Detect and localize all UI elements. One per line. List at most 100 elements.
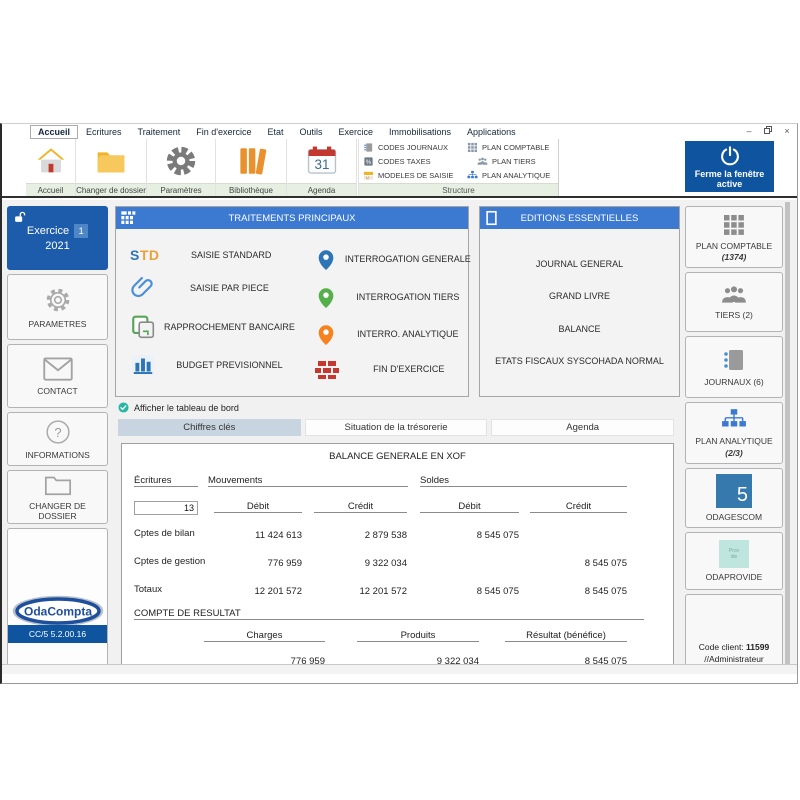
- edition-etats-fiscaux[interactable]: ETATS FISCAUX SYSCOHADA NORMAL: [482, 356, 677, 366]
- vertical-scrollbar[interactable]: [785, 202, 790, 670]
- sidebar-item-odagescom[interactable]: 5 ODAGESCOM: [685, 468, 783, 528]
- sidebar-item-changer-dossier[interactable]: CHANGER DE DOSSIER: [7, 470, 108, 524]
- balance-row-label: Cptes de bilan: [134, 528, 195, 539]
- sidebar-item-plan-comptable[interactable]: PLAN COMPTABLE (1374): [685, 206, 783, 268]
- edition-balance[interactable]: BALANCE: [482, 324, 677, 334]
- odagescom-icon: 5: [716, 474, 752, 508]
- tab-chiffres-cles[interactable]: Chiffres clés: [118, 419, 301, 436]
- restore-button[interactable]: [762, 126, 774, 136]
- structure-item-modeles-saisie[interactable]: M MODELES DE SAISIE: [359, 168, 463, 182]
- folder-outline-icon: [44, 474, 72, 496]
- structure-item-codes-taxes[interactable]: % CODES TAXES: [359, 154, 463, 168]
- app-version: CC/5 5.2.00.16: [8, 625, 107, 643]
- close-button[interactable]: ×: [781, 126, 793, 136]
- structure-group-label: Structure: [359, 183, 558, 196]
- tab-situation-tresorerie[interactable]: Situation de la trésorerie: [305, 419, 488, 436]
- traitement-interrogation-generale[interactable]: INTERROGATION GENERALE: [301, 246, 477, 272]
- ribbon-button-agenda[interactable]: 31 Agenda: [287, 139, 357, 196]
- balance-row-label: Cptes de gestion: [134, 556, 205, 567]
- exercice-label: Exercice: [27, 225, 69, 237]
- traitement-label: INTERRO. ANALYTIQUE: [345, 329, 477, 339]
- edition-grand-livre[interactable]: GRAND LIVRE: [482, 291, 677, 301]
- menu-tab-immobilisations[interactable]: Immobilisations: [381, 126, 459, 138]
- balance-cell: 12 201 572: [214, 586, 302, 597]
- menu-bar: Accueil Ecritures Traitement Fin d'exerc…: [2, 124, 797, 139]
- svg-text:OdaCompta: OdaCompta: [24, 605, 92, 619]
- bricks-icon: [315, 359, 339, 379]
- journal-icon: [722, 347, 746, 373]
- traitement-saisie-par-piece[interactable]: SAISIE PAR PIECE: [116, 275, 301, 301]
- resultat-header: Résultat (bénéfice): [505, 630, 627, 642]
- screenshot-stage: Accueil Ecritures Traitement Fin d'exerc…: [0, 0, 800, 800]
- menu-tab-ecritures[interactable]: Ecritures: [78, 126, 130, 138]
- ribbon-button-changer-dossier[interactable]: Changer de dossier: [76, 139, 147, 196]
- exercice-year: 2021: [45, 240, 69, 252]
- code-client-label: Code client:: [699, 642, 746, 652]
- traitement-budget-previsionnel[interactable]: BUDGET PREVISIONNEL: [116, 352, 301, 378]
- odacompta-logo: OdaCompta: [12, 595, 104, 627]
- dashboard-tabstrip: Chiffres clés Situation de la trésorerie…: [118, 419, 674, 436]
- ribbon-button-label: Accueil: [26, 183, 75, 196]
- sidebar-item-parametres[interactable]: PARAMETRES: [7, 274, 108, 340]
- sidebar-item-label: ODAPROVIDE: [706, 572, 763, 582]
- client-info: Code client: 11599 //Administrateur: [686, 641, 782, 667]
- plan-comptable-count: (1374): [722, 252, 747, 262]
- traitement-fin-exercice[interactable]: FIN D'EXERCICE: [301, 359, 477, 379]
- tab-agenda[interactable]: Agenda: [491, 419, 674, 436]
- sidebar-item-journaux[interactable]: JOURNAUX (6): [685, 336, 783, 398]
- exercice-badge: 1: [74, 224, 88, 238]
- sidebar-item-label: JOURNAUX (6): [704, 377, 764, 387]
- plan-analytique-icon: [467, 170, 478, 181]
- app-window: Accueil Ecritures Traitement Fin d'exerc…: [0, 123, 798, 684]
- traitement-rapprochement-bancaire[interactable]: RAPPROCHEMENT BANCAIRE: [116, 314, 301, 340]
- window-controls: – ×: [743, 124, 793, 138]
- traitement-saisie-standard[interactable]: STD SAISIE STANDARD: [116, 247, 301, 263]
- sidebar-item-label: PLAN COMPTABLE: [696, 241, 772, 251]
- sidebar-item-odaprovide[interactable]: Prov ide ODAPROVIDE: [685, 532, 783, 590]
- user-name: //Administrateur: [704, 654, 764, 664]
- menu-tab-applications[interactable]: Applications: [459, 126, 524, 138]
- sidebar-item-plan-analytique[interactable]: PLAN ANALYTIQUE (2/3): [685, 402, 783, 464]
- client-info-panel: Code client: 11599 //Administrateur: [685, 594, 783, 670]
- traitement-interrogation-tiers[interactable]: INTERROGATION TIERS: [301, 284, 477, 310]
- structure-item-label: PLAN COMPTABLE: [482, 143, 549, 152]
- ecritures-count-input[interactable]: [134, 501, 198, 515]
- ribbon-button-label: Agenda: [287, 183, 356, 196]
- sidebar-item-contact[interactable]: CONTACT: [7, 344, 108, 408]
- minimize-button[interactable]: –: [743, 126, 755, 136]
- ribbon-group-structure: CODES JOURNAUX PLAN COMPTABLE % CODES TA…: [358, 139, 559, 196]
- calendar-icon: 31: [305, 139, 339, 183]
- ribbon-button-accueil[interactable]: Accueil: [26, 139, 76, 196]
- ribbon-button-bibliotheque[interactable]: Bibliothèque: [216, 139, 287, 196]
- mouvements-header: Mouvements: [208, 475, 408, 487]
- structure-item-codes-journaux[interactable]: CODES JOURNAUX: [359, 140, 463, 154]
- edition-journal-general[interactable]: JOURNAL GENERAL: [482, 259, 677, 269]
- menu-tab-outils[interactable]: Outils: [291, 126, 330, 138]
- menu-tab-fin-exercice[interactable]: Fin d'exercice: [188, 126, 259, 138]
- sidebar-item-informations[interactable]: ? INFORMATIONS: [7, 412, 108, 466]
- structure-item-plan-tiers[interactable]: PLAN TIERS: [463, 154, 560, 168]
- ribbon: Accueil Changer de dossier Paramètres Bi…: [2, 139, 797, 198]
- power-icon: [719, 145, 741, 167]
- menu-tab-etat[interactable]: Etat: [259, 126, 291, 138]
- sidebar-item-tiers[interactable]: TIERS (2): [685, 272, 783, 332]
- menu-tab-traitement[interactable]: Traitement: [130, 126, 189, 138]
- sidebar-item-exercice[interactable]: Exercice 1 2021: [7, 206, 108, 270]
- restore-icon: [764, 126, 772, 134]
- map-pin-orange-icon: [315, 321, 337, 347]
- editions-title: EDITIONS ESSENTIELLES: [521, 213, 639, 224]
- menu-tab-exercice[interactable]: Exercice: [331, 126, 382, 138]
- menu-tab-accueil[interactable]: Accueil: [30, 125, 78, 139]
- sidebar-item-label: TIERS (2): [715, 310, 753, 320]
- dashboard-toggle[interactable]: Afficher le tableau de bord: [118, 402, 239, 413]
- close-active-window-button[interactable]: Ferme la fenêtre active: [685, 141, 774, 192]
- structure-item-plan-comptable[interactable]: PLAN COMPTABLE: [463, 140, 560, 154]
- structure-item-plan-analytique[interactable]: PLAN ANALYTIQUE: [463, 168, 560, 182]
- structure-item-label: CODES JOURNAUX: [378, 143, 448, 152]
- status-bar: [2, 664, 797, 674]
- ribbon-button-label: Paramètres: [147, 183, 215, 196]
- scrollbar-thumb[interactable]: [785, 202, 790, 667]
- dashboard-toggle-label: Afficher le tableau de bord: [134, 403, 239, 413]
- traitement-interro-analytique[interactable]: INTERRO. ANALYTIQUE: [301, 321, 477, 347]
- ribbon-button-parametres[interactable]: Paramètres: [147, 139, 216, 196]
